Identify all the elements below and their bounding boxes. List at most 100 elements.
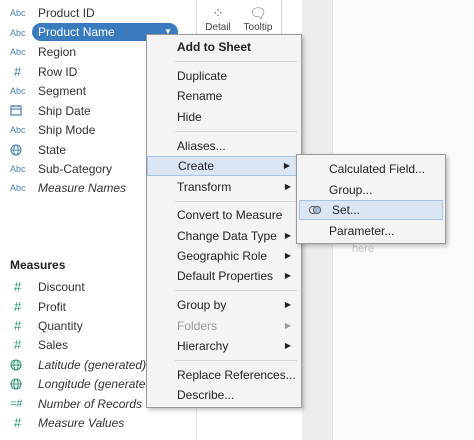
submenu-arrow-icon: ▶ bbox=[284, 271, 291, 280]
string-type-icon: Abc bbox=[10, 7, 26, 18]
field-label: Discount bbox=[38, 279, 85, 294]
field-context-menu: Add to Sheet Duplicate Rename Hide Alias… bbox=[146, 34, 302, 408]
menu-item-label: Duplicate bbox=[177, 69, 228, 83]
field-label: Segment bbox=[38, 83, 87, 98]
menu-item-label: Rename bbox=[177, 89, 223, 103]
menu-item-create[interactable]: Create ▶ bbox=[147, 156, 301, 176]
number-type-icon: # bbox=[14, 64, 22, 79]
field-label: Measure Values bbox=[38, 415, 125, 430]
number-type-icon: # bbox=[14, 337, 22, 352]
menu-item-transform[interactable]: Transform ▶ bbox=[147, 177, 301, 197]
menu-item-convert-to-measure[interactable]: Convert to Measure bbox=[147, 205, 301, 225]
detail-label: Detail bbox=[205, 22, 231, 33]
field-label: Row ID bbox=[38, 64, 78, 79]
menu-item-duplicate[interactable]: Duplicate bbox=[147, 66, 301, 86]
menu-item-label: Replace References... bbox=[177, 368, 296, 382]
submenu-arrow-icon: ▶ bbox=[284, 321, 291, 330]
number-type-icon: # bbox=[14, 279, 22, 294]
string-type-icon: Abc bbox=[10, 163, 26, 174]
field-label-selected: Product Name bbox=[38, 25, 115, 39]
menu-item-label: Group by bbox=[177, 298, 227, 312]
calculated-number-icon: =# bbox=[10, 397, 23, 410]
menu-item-label: Aliases... bbox=[177, 139, 226, 153]
field-label: Profit bbox=[38, 299, 67, 314]
menu-separator bbox=[175, 290, 297, 291]
menu-item-label: Parameter... bbox=[329, 224, 395, 238]
menu-item-group-by[interactable]: Group by ▶ bbox=[147, 295, 301, 315]
submenu-arrow-icon: ▶ bbox=[284, 341, 291, 350]
globe-icon bbox=[10, 377, 30, 390]
menu-item-label: Transform bbox=[177, 180, 232, 194]
menu-separator bbox=[175, 131, 297, 132]
field-label: Latitude (generated) bbox=[38, 357, 147, 372]
drop-hint: here bbox=[352, 243, 375, 255]
menu-separator bbox=[175, 201, 297, 202]
menu-item-label: Create bbox=[178, 159, 215, 173]
string-type-icon: Abc bbox=[10, 46, 26, 57]
field-label: Ship Date bbox=[38, 103, 91, 118]
menu-item-label: Change Data Type bbox=[177, 229, 277, 243]
tooltip-icon: 🗨 bbox=[249, 5, 267, 21]
menu-item-label: Geographic Role bbox=[177, 249, 268, 263]
detail-dots-icon: ⁘ bbox=[212, 5, 224, 21]
field-label: Region bbox=[38, 44, 77, 59]
menu-item-hierarchy[interactable]: Hierarchy ▶ bbox=[147, 336, 301, 356]
menu-separator bbox=[175, 360, 297, 361]
menu-item-describe[interactable]: Describe... bbox=[147, 385, 301, 405]
field-label: Quantity bbox=[38, 318, 83, 333]
create-submenu: Calculated Field... Group... Set... Para… bbox=[296, 154, 446, 244]
menu-item-label: Default Properties bbox=[177, 269, 274, 283]
field-label: State bbox=[38, 142, 67, 157]
submenu-item-parameter[interactable]: Parameter... bbox=[297, 221, 445, 241]
submenu-arrow-icon: ▶ bbox=[284, 182, 291, 191]
field-label: Longitude (generated) bbox=[38, 376, 157, 391]
menu-item-label: Hierarchy bbox=[177, 339, 229, 353]
string-type-icon: Abc bbox=[10, 182, 26, 193]
field-label: Number of Records bbox=[38, 396, 143, 411]
string-type-icon: Abc bbox=[10, 124, 26, 135]
tooltip-label: Tooltip bbox=[243, 22, 273, 33]
menu-item-add-to-sheet[interactable]: Add to Sheet bbox=[147, 37, 301, 57]
submenu-arrow-icon: ▶ bbox=[284, 251, 291, 260]
field-label: Product ID bbox=[38, 5, 95, 20]
submenu-arrow-icon: ▶ bbox=[283, 161, 290, 170]
measures-header: Measures bbox=[10, 258, 66, 272]
globe-icon bbox=[10, 358, 30, 371]
submenu-item-set[interactable]: Set... bbox=[299, 200, 443, 220]
field-label: Sales bbox=[38, 337, 69, 352]
menu-item-rename[interactable]: Rename bbox=[147, 86, 301, 106]
menu-item-label: Describe... bbox=[177, 388, 235, 402]
number-type-icon: # bbox=[14, 299, 22, 314]
menu-item-label: Group... bbox=[329, 183, 373, 197]
number-type-icon: # bbox=[14, 415, 22, 430]
menu-item-label: Calculated Field... bbox=[329, 162, 426, 176]
menu-item-label: Hide bbox=[177, 110, 202, 124]
menu-item-replace-references[interactable]: Replace References... bbox=[147, 365, 301, 385]
menu-separator bbox=[175, 61, 297, 62]
menu-item-hide[interactable]: Hide bbox=[147, 107, 301, 127]
submenu-arrow-icon: ▶ bbox=[284, 231, 291, 240]
field-measure-values[interactable]: # Measure Values bbox=[0, 413, 196, 432]
string-type-icon: Abc bbox=[10, 27, 26, 38]
string-type-icon: Abc bbox=[10, 85, 26, 96]
menu-item-label: Convert to Measure bbox=[177, 208, 283, 222]
menu-item-change-data-type[interactable]: Change Data Type ▶ bbox=[147, 226, 301, 246]
field-label: Sub-Category bbox=[38, 161, 113, 176]
menu-item-aliases[interactable]: Aliases... bbox=[147, 136, 301, 156]
calendar-icon bbox=[10, 104, 30, 118]
menu-item-label: Folders bbox=[177, 319, 218, 333]
field-label: Measure Names bbox=[38, 180, 127, 195]
submenu-arrow-icon: ▶ bbox=[284, 300, 291, 309]
menu-item-geographic-role[interactable]: Geographic Role ▶ bbox=[147, 246, 301, 266]
field-label: Ship Mode bbox=[38, 122, 96, 137]
menu-item-label: Set... bbox=[332, 203, 361, 217]
globe-icon bbox=[10, 143, 30, 156]
submenu-item-group[interactable]: Group... bbox=[297, 180, 445, 200]
submenu-item-calculated-field[interactable]: Calculated Field... bbox=[297, 159, 445, 179]
menu-item-default-properties[interactable]: Default Properties ▶ bbox=[147, 266, 301, 286]
set-icon bbox=[308, 205, 322, 215]
menu-item-folders: Folders ▶ bbox=[147, 316, 301, 336]
number-type-icon: # bbox=[14, 318, 22, 333]
field-product-id[interactable]: Abc Product ID bbox=[0, 3, 196, 22]
menu-item-label: Add to Sheet bbox=[177, 40, 251, 54]
